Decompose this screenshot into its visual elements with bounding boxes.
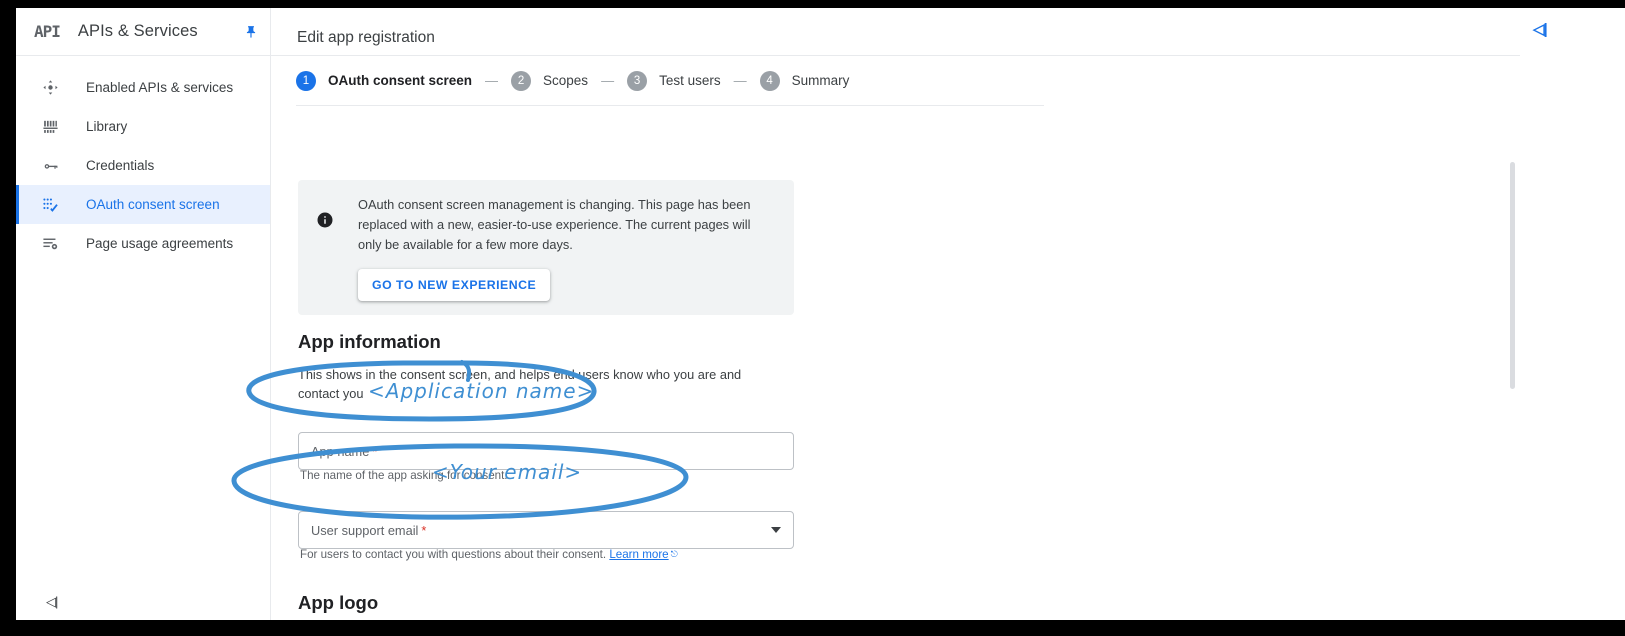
step-label: OAuth consent screen: [328, 73, 473, 88]
step-scopes[interactable]: 2 Scopes: [511, 70, 589, 91]
app-window: API APIs & Services Edit app registratio…: [16, 8, 1520, 620]
brand-block[interactable]: API APIs & Services: [16, 8, 271, 55]
required-marker: *: [372, 443, 378, 459]
app-name-input[interactable]: App name *: [298, 432, 794, 470]
sidebar-item-label: Page usage agreements: [86, 236, 234, 251]
consent-screen-icon: [40, 195, 60, 215]
screen: API APIs & Services Edit app registratio…: [0, 0, 1625, 636]
step-number: 4: [759, 70, 780, 91]
app-logo-title: App logo: [298, 592, 379, 613]
external-link-icon: ⎋: [670, 549, 678, 559]
user-support-email-help-text: For users to contact you with questions …: [300, 548, 678, 561]
info-icon: [316, 211, 334, 229]
page-usage-icon: [40, 234, 60, 254]
step-separator: —: [733, 73, 747, 88]
user-support-email-select[interactable]: User support email *: [298, 511, 794, 549]
step-label: Summary: [791, 73, 850, 88]
collapse-panel-icon[interactable]: ◁|: [1533, 20, 1548, 38]
library-icon: [40, 117, 60, 137]
step-oauth-consent-screen[interactable]: 1 OAuth consent screen: [296, 70, 473, 91]
help-prefix: For users to contact you with questions …: [300, 548, 610, 561]
sidebar-item-label: Credentials: [86, 158, 155, 173]
api-logo: API: [34, 22, 61, 41]
collapse-sidebar-icon[interactable]: ◁|: [46, 594, 58, 610]
sidebar-item-credentials[interactable]: Credentials: [16, 146, 270, 185]
info-banner: OAuth consent screen management is chang…: [298, 180, 794, 315]
top-header-bar: API APIs & Services Edit app registratio…: [16, 8, 1520, 56]
step-number: 2: [511, 70, 532, 91]
step-separator: —: [601, 73, 615, 88]
sidebar-item-library[interactable]: Library: [16, 107, 270, 146]
sidebar-item-oauth-consent-screen[interactable]: OAuth consent screen: [16, 185, 270, 224]
step-separator: —: [485, 73, 499, 88]
app-name-help-text: The name of the app asking for consent.: [300, 469, 508, 482]
info-banner-body: OAuth consent screen management is chang…: [358, 195, 770, 301]
sidebar-item-page-usage-agreements[interactable]: Page usage agreements: [16, 224, 270, 263]
page-title: Edit app registration: [297, 29, 435, 46]
right-panel-strip: [1520, 8, 1625, 620]
dashboard-icon: [40, 78, 60, 98]
wizard-stepper: 1 OAuth consent screen — 2 Scopes — 3 Te…: [296, 56, 1044, 106]
app-information-description: This shows in the consent screen, and he…: [298, 367, 742, 401]
app-information-title: App information: [298, 331, 441, 352]
user-support-email-label: User support email: [311, 522, 419, 538]
main-content: 1 OAuth consent screen — 2 Scopes — 3 Te…: [272, 56, 1520, 620]
sidebar-item-label: OAuth consent screen: [86, 197, 220, 212]
key-icon: [40, 156, 60, 176]
chevron-down-icon[interactable]: [771, 527, 781, 533]
app-name-label: App name: [311, 443, 370, 459]
sidebar-item-enabled-apis[interactable]: Enabled APIs & services: [16, 68, 270, 107]
sidebar: Enabled APIs & services Library Credenti…: [16, 56, 271, 620]
content-scroll-area: OAuth consent screen management is chang…: [272, 107, 1520, 620]
go-to-new-experience-button[interactable]: GO TO NEW EXPERIENCE: [358, 269, 551, 301]
brand-title: APIs & Services: [77, 22, 198, 40]
step-label: Test users: [659, 73, 721, 88]
pin-icon[interactable]: [244, 25, 258, 39]
sidebar-item-label: Library: [86, 119, 128, 134]
step-number: 3: [627, 70, 648, 91]
step-label: Scopes: [543, 73, 589, 88]
info-banner-text: OAuth consent screen management is chang…: [358, 197, 751, 252]
required-marker: *: [421, 522, 427, 538]
sidebar-item-label: Enabled APIs & services: [86, 80, 234, 95]
step-summary[interactable]: 4 Summary: [759, 70, 850, 91]
vertical-scrollbar[interactable]: [1508, 162, 1516, 620]
step-number: 1: [296, 70, 316, 91]
learn-more-link[interactable]: Learn more: [609, 548, 668, 561]
step-test-users[interactable]: 3 Test users: [627, 70, 721, 91]
vertical-scroll-thumb[interactable]: [1510, 162, 1515, 389]
